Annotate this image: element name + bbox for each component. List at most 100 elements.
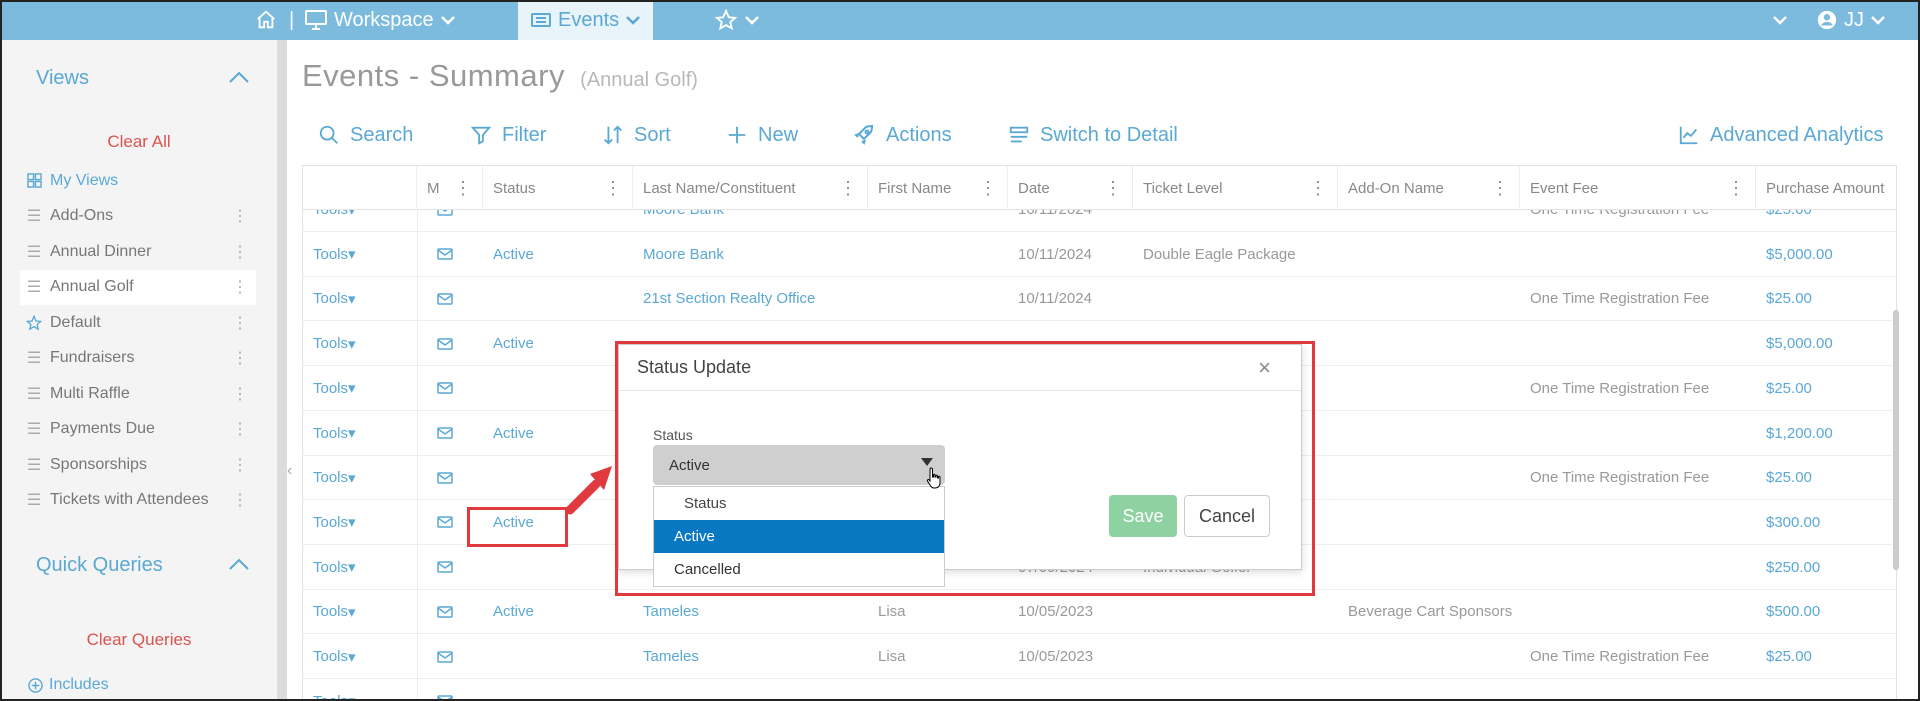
user-menu[interactable]: JJ xyxy=(1816,0,1886,40)
cell-amount[interactable]: $300.00 xyxy=(1756,500,1896,545)
tools-dropdown[interactable]: Tools ▾ xyxy=(303,321,417,366)
grid-scrollbar[interactable] xyxy=(1893,310,1899,570)
kebab-icon[interactable]: ⋮ xyxy=(232,348,248,368)
cell-last[interactable]: Moore Bank xyxy=(633,232,868,277)
sidebar-item-annual-dinner[interactable]: ☰ Annual Dinner ⋮ xyxy=(20,234,256,270)
header-first-name[interactable]: First Name ⋮ xyxy=(868,166,1008,210)
sidebar-item-multi-raffle[interactable]: ☰ Multi Raffle ⋮ xyxy=(20,376,256,412)
table-row[interactable]: Tools ▾ Active Tameles Lisa 10/05/2023 Bevera… xyxy=(303,589,1896,635)
kebab-icon[interactable]: ⋮ xyxy=(232,206,248,226)
kebab-icon[interactable]: ⋮ xyxy=(232,419,248,439)
mail-icon[interactable] xyxy=(417,232,483,277)
cell-last[interactable]: 21st Section Realty Office xyxy=(633,276,868,321)
cell-status[interactable] xyxy=(483,545,633,590)
sidebar-item-annual-golf[interactable]: ☰ Annual Golf ⋮ xyxy=(20,269,256,305)
sidebar-resizer[interactable] xyxy=(278,40,287,701)
cell-last[interactable]: Tameles xyxy=(633,634,868,679)
mail-icon[interactable] xyxy=(417,545,483,590)
mail-icon[interactable] xyxy=(417,366,483,411)
kebab-icon[interactable]: ⋮ xyxy=(1104,178,1122,199)
kebab-icon[interactable]: ⋮ xyxy=(232,455,248,475)
kebab-icon[interactable]: ⋮ xyxy=(1491,178,1509,199)
mail-icon[interactable] xyxy=(417,276,483,321)
cell-amount[interactable] xyxy=(1756,679,1896,700)
sidebar-item-payments-due[interactable]: ☰ Payments Due ⋮ xyxy=(20,412,256,448)
tools-dropdown[interactable]: Tools ▾ xyxy=(303,634,417,679)
header-last-name[interactable]: Last Name/Constituent ⋮ xyxy=(633,166,868,210)
mail-icon[interactable] xyxy=(417,411,483,456)
kebab-icon[interactable]: ⋮ xyxy=(979,178,997,199)
header-date[interactable]: Date ⋮ xyxy=(1008,166,1133,210)
header-event-fee[interactable]: Event Fee ⋮ xyxy=(1520,166,1756,210)
mail-icon[interactable] xyxy=(417,679,483,700)
mail-icon[interactable] xyxy=(417,321,483,366)
table-row[interactable]: Tools ▾ Active Moore Bank 10/11/2024 Double … xyxy=(303,232,1896,277)
actions-button[interactable]: Actions xyxy=(852,114,952,156)
cell-last[interactable] xyxy=(633,679,868,700)
workspace-menu[interactable]: Workspace xyxy=(304,0,456,40)
header-add-on-name[interactable]: Add-On Name ⋮ xyxy=(1338,166,1520,210)
header-mail[interactable]: M ⋮ xyxy=(417,166,483,210)
sidebar-item-sponsorships[interactable]: ☰ Sponsorships ⋮ xyxy=(20,447,256,483)
kebab-icon[interactable]: ⋮ xyxy=(454,178,472,199)
cell-amount[interactable]: $25.00 xyxy=(1756,276,1896,321)
home-icon[interactable] xyxy=(255,0,277,40)
tools-dropdown[interactable]: Tools ▾ xyxy=(303,276,417,321)
cell-status[interactable]: Active xyxy=(483,411,633,456)
header-purchase-amount[interactable]: Purchase Amount xyxy=(1756,166,1896,210)
cell-amount[interactable]: $25.00 xyxy=(1756,634,1896,679)
clear-queries-link[interactable]: Clear Queries xyxy=(0,630,278,650)
sidebar-item-fundraisers[interactable]: ☰ Fundraisers ⋮ xyxy=(20,341,256,377)
kebab-icon[interactable]: ⋮ xyxy=(1309,178,1327,199)
table-row[interactable]: Tools ▾ 21st Section Realty Office 10/11/2… xyxy=(303,276,1896,322)
search-button[interactable]: Search xyxy=(318,114,413,156)
cell-status[interactable] xyxy=(483,679,633,700)
cell-status[interactable]: Active xyxy=(483,232,633,277)
tools-dropdown[interactable]: Tools ▾ xyxy=(303,455,417,500)
cell-status[interactable] xyxy=(483,634,633,679)
cell-last[interactable]: Tameles xyxy=(633,589,868,634)
tools-dropdown[interactable]: Tools ▾ xyxy=(303,589,417,634)
filter-button[interactable]: Filter xyxy=(470,114,546,156)
views-title[interactable]: Views xyxy=(36,67,89,90)
switch-to-detail-button[interactable]: Switch to Detail xyxy=(1008,114,1178,156)
tools-dropdown[interactable]: Tools ▾ xyxy=(303,545,417,590)
cell-amount[interactable]: $5,000.00 xyxy=(1756,321,1896,366)
kebab-icon[interactable]: ⋮ xyxy=(1727,178,1745,199)
my-views-link[interactable]: My Views xyxy=(20,163,256,199)
cell-amount[interactable]: $5,000.00 xyxy=(1756,232,1896,277)
kebab-icon[interactable]: ⋮ xyxy=(232,277,248,297)
kebab-icon[interactable]: ⋮ xyxy=(839,178,857,199)
kebab-icon[interactable]: ⋮ xyxy=(604,178,622,199)
tools-dropdown[interactable]: Tools ▾ xyxy=(303,500,417,545)
cell-amount[interactable]: $25.00 xyxy=(1756,455,1896,500)
quick-queries-title[interactable]: Quick Queries xyxy=(36,554,163,577)
kebab-icon[interactable]: ⋮ xyxy=(232,242,248,262)
cell-status[interactable] xyxy=(483,366,633,411)
cell-status[interactable] xyxy=(483,276,633,321)
advanced-analytics-button[interactable]: Advanced Analytics xyxy=(1678,114,1883,156)
includes-link[interactable]: Includes xyxy=(28,676,109,694)
cell-status[interactable]: Active xyxy=(483,321,633,366)
table-row[interactable]: Tools ▾ xyxy=(303,679,1896,700)
header-ticket-level[interactable]: Ticket Level ⋮ xyxy=(1133,166,1338,210)
sidebar-item-default[interactable]: Default ⋮ xyxy=(20,305,256,341)
table-row[interactable]: Tools ▾ Tameles Lisa 10/05/2023 One Time Reg… xyxy=(303,634,1896,679)
mail-icon[interactable] xyxy=(417,634,483,679)
kebab-icon[interactable]: ⋮ xyxy=(232,490,248,510)
header-status[interactable]: Status ⋮ xyxy=(483,166,633,210)
cell-status[interactable]: Active xyxy=(483,589,633,634)
kebab-icon[interactable]: ⋮ xyxy=(232,313,248,333)
tools-dropdown[interactable]: Tools ▾ xyxy=(303,679,417,700)
mail-icon[interactable] xyxy=(417,589,483,634)
chevron-up-icon[interactable] xyxy=(228,557,250,571)
sidebar-item-add-ons[interactable]: ☰ Add-Ons ⋮ xyxy=(20,199,256,235)
mail-icon[interactable] xyxy=(417,455,483,500)
tools-dropdown[interactable]: Tools ▾ xyxy=(303,411,417,456)
collapse-sidebar-icon[interactable]: ‹ xyxy=(287,462,292,480)
new-button[interactable]: New xyxy=(726,114,798,156)
clear-all-link[interactable]: Clear All xyxy=(0,132,278,152)
sort-button[interactable]: Sort xyxy=(602,114,671,156)
chevron-up-icon[interactable] xyxy=(228,70,250,84)
cell-amount[interactable]: $1,200.00 xyxy=(1756,411,1896,456)
